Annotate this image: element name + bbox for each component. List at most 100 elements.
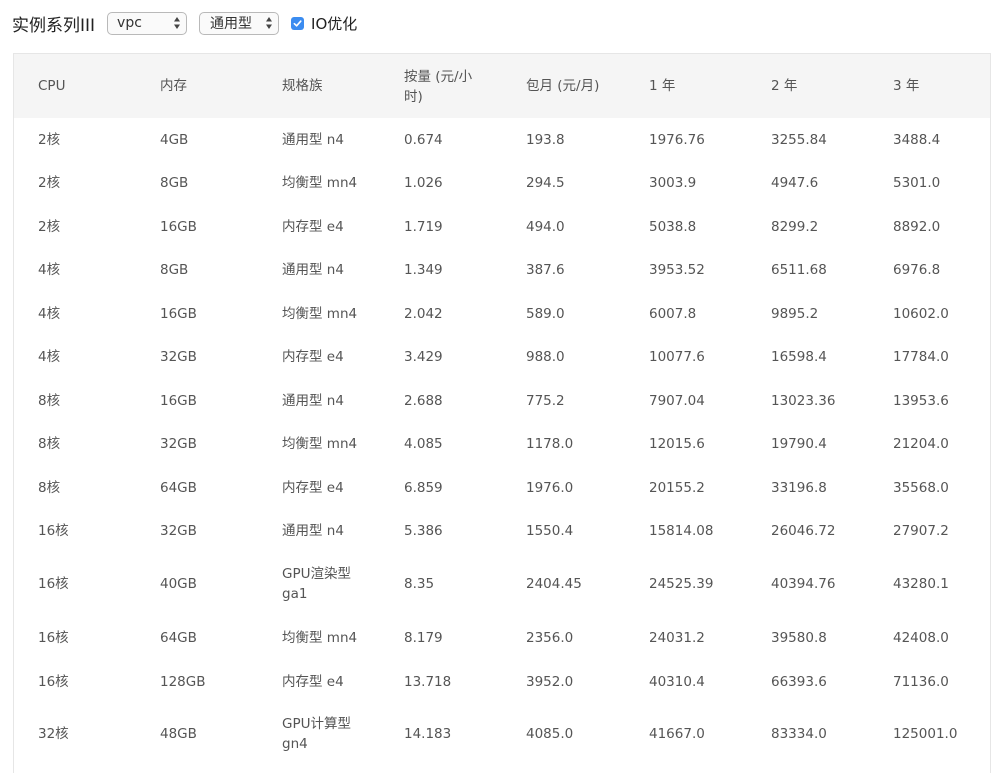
cell-year2: 16598.4 bbox=[771, 349, 827, 365]
table-header: CPU 内存 规格族 按量 (元/小时) 包月 (元/月) 1 年 2 年 3 年 bbox=[14, 54, 990, 118]
cell-cpu: 8核 bbox=[38, 479, 61, 496]
cell-cpu: 8核 bbox=[38, 436, 61, 452]
cell-year3: 3488.4 bbox=[893, 131, 941, 148]
type-select[interactable]: 通用型 bbox=[199, 11, 280, 35]
cell-cpu: 16核 bbox=[38, 523, 69, 539]
cell-memory: 32GB bbox=[160, 523, 197, 539]
cell-year2: 40394.76 bbox=[771, 576, 836, 592]
cell-monthly: 193.8 bbox=[526, 131, 565, 148]
cell-monthly: 494.0 bbox=[526, 218, 565, 235]
table-row: 2核 4GB 通用型 n4 0.674 193.8 1976.76 3255.84 3488.… bbox=[14, 118, 990, 161]
cell-year3: 125001.0 bbox=[893, 726, 958, 742]
cell-hourly: 14.183 bbox=[404, 726, 452, 742]
cell-monthly: 2404.45 bbox=[526, 576, 582, 592]
cell-family: 内存型 e4 bbox=[282, 479, 344, 496]
cell-hourly: 13.718 bbox=[404, 673, 452, 690]
cell-family: GPU渲染型 ga1 bbox=[282, 566, 351, 602]
cell-cpu: 2核 bbox=[38, 131, 61, 148]
cell-year2: 26046.72 bbox=[771, 523, 836, 539]
cell-year1: 40310.4 bbox=[649, 673, 705, 690]
cell-memory: 64GB bbox=[160, 629, 197, 646]
price-table: CPU 内存 规格族 按量 (元/小时) 包月 (元/月) 1 年 2 年 3 年 2核 4GB… bbox=[13, 53, 991, 773]
cell-year3: 8892.0 bbox=[893, 218, 941, 235]
cell-year2: 66393.6 bbox=[771, 673, 827, 690]
table-row: 32核 48GB GPU计算型 gn4 14.183 4085.0 41667.0 8333… bbox=[14, 703, 990, 765]
cell-monthly: 387.6 bbox=[526, 262, 565, 278]
cell-year1: 3003.9 bbox=[649, 175, 697, 191]
cell-memory: 16GB bbox=[160, 392, 197, 409]
cell-monthly: 1550.4 bbox=[526, 523, 574, 539]
cell-year3: 43280.1 bbox=[893, 576, 949, 592]
cell-year1: 24031.2 bbox=[649, 629, 705, 646]
cell-year1: 1976.76 bbox=[649, 131, 705, 148]
cell-year1: 6007.8 bbox=[649, 305, 697, 322]
cell-year1: 7907.04 bbox=[649, 392, 705, 409]
header-year3: 3 年 bbox=[893, 78, 920, 94]
cell-monthly: 1976.0 bbox=[526, 479, 574, 496]
cell-hourly: 0.674 bbox=[404, 131, 443, 148]
cell-monthly: 4085.0 bbox=[526, 726, 574, 742]
cell-memory: 8GB bbox=[160, 262, 189, 278]
cell-year3: 17784.0 bbox=[893, 349, 949, 365]
cell-memory: 16GB bbox=[160, 305, 197, 322]
cell-hourly: 8.35 bbox=[404, 576, 435, 592]
cell-hourly: 4.085 bbox=[404, 436, 443, 452]
cell-year2: 33196.8 bbox=[771, 479, 827, 496]
io-label: IO优化 bbox=[311, 14, 358, 33]
cell-year1: 24525.39 bbox=[649, 576, 714, 592]
header-memory: 内存 bbox=[160, 78, 187, 94]
cell-family: GPU计算型 gn4 bbox=[282, 716, 351, 752]
table-row: 2核 16GB 内存型 e4 1.719 494.0 5038.8 8299.2 8892.0 bbox=[14, 205, 990, 248]
cell-year3: 13953.6 bbox=[893, 392, 949, 409]
cell-family: 内存型 e4 bbox=[282, 349, 344, 365]
cell-family: 均衡型 mn4 bbox=[282, 436, 358, 452]
network-select[interactable]: vpc bbox=[107, 11, 188, 35]
cell-year2: 83334.0 bbox=[771, 726, 827, 742]
cell-hourly: 2.688 bbox=[404, 392, 443, 409]
cell-year2: 19790.4 bbox=[771, 436, 827, 452]
check-icon bbox=[293, 19, 302, 27]
cell-year1: 20155.2 bbox=[649, 479, 705, 496]
cell-family: 内存型 e4 bbox=[282, 218, 344, 235]
table-row: 2核 8GB 均衡型 mn4 1.026 294.5 3003.9 4947.6 5301.0 bbox=[14, 161, 990, 205]
header-cpu: CPU bbox=[38, 78, 66, 94]
table-row: 16核 64GB 均衡型 mn4 8.179 2356.0 24031.2 39580.8 4… bbox=[14, 615, 990, 660]
cell-hourly: 5.386 bbox=[404, 523, 443, 539]
cell-family: 通用型 n4 bbox=[282, 131, 344, 148]
cell-year2: 9895.2 bbox=[771, 305, 819, 322]
cell-cpu: 2核 bbox=[38, 218, 61, 235]
cell-monthly: 775.2 bbox=[526, 392, 565, 409]
cell-memory: 32GB bbox=[160, 349, 197, 365]
cell-family: 通用型 n4 bbox=[282, 262, 344, 278]
cell-year2: 6511.68 bbox=[771, 262, 827, 278]
cell-cpu: 16核 bbox=[38, 673, 69, 690]
cell-year3: 71136.0 bbox=[893, 673, 949, 690]
table-row: 16核 128GB 内存型 e4 13.718 3952.0 40310.4 66393.6… bbox=[14, 660, 990, 703]
table-row: 8核 32GB 均衡型 mn4 4.085 1178.0 12015.6 19790.4 21… bbox=[14, 422, 990, 466]
type-select-value: 通用型 bbox=[210, 16, 253, 32]
cell-hourly: 1.719 bbox=[404, 218, 443, 235]
cell-cpu: 4核 bbox=[38, 305, 61, 322]
io-checkbox[interactable] bbox=[291, 16, 305, 30]
cell-cpu: 32核 bbox=[38, 726, 69, 742]
cell-cpu: 4核 bbox=[38, 262, 61, 278]
cell-memory: 128GB bbox=[160, 673, 206, 690]
cell-year1: 3953.52 bbox=[649, 262, 705, 278]
cell-cpu: 16核 bbox=[38, 576, 69, 592]
table-row: 8核 64GB 内存型 e4 6.859 1976.0 20155.2 33196.8 355… bbox=[14, 466, 990, 509]
table-row: 4核 32GB 内存型 e4 3.429 988.0 10077.6 16598.4 1778… bbox=[14, 335, 990, 379]
cell-family: 均衡型 mn4 bbox=[282, 305, 358, 322]
cell-monthly: 2356.0 bbox=[526, 629, 574, 646]
cell-cpu: 8核 bbox=[38, 392, 61, 409]
cell-monthly: 988.0 bbox=[526, 349, 565, 365]
cell-year2: 4947.6 bbox=[771, 175, 819, 191]
cell-year1: 10077.6 bbox=[649, 349, 705, 365]
cell-monthly: 3952.0 bbox=[526, 673, 574, 690]
cell-monthly: 294.5 bbox=[526, 175, 565, 191]
network-select-value: vpc bbox=[117, 15, 142, 31]
table-row: 16核 32GB 通用型 n4 5.386 1550.4 15814.08 26046.72… bbox=[14, 509, 990, 553]
cell-year3: 42408.0 bbox=[893, 629, 949, 646]
table-body: 2核 4GB 通用型 n4 0.674 193.8 1976.76 3255.84 3488.… bbox=[14, 118, 990, 765]
cell-memory: 16GB bbox=[160, 218, 197, 235]
cell-year1: 41667.0 bbox=[649, 726, 705, 742]
